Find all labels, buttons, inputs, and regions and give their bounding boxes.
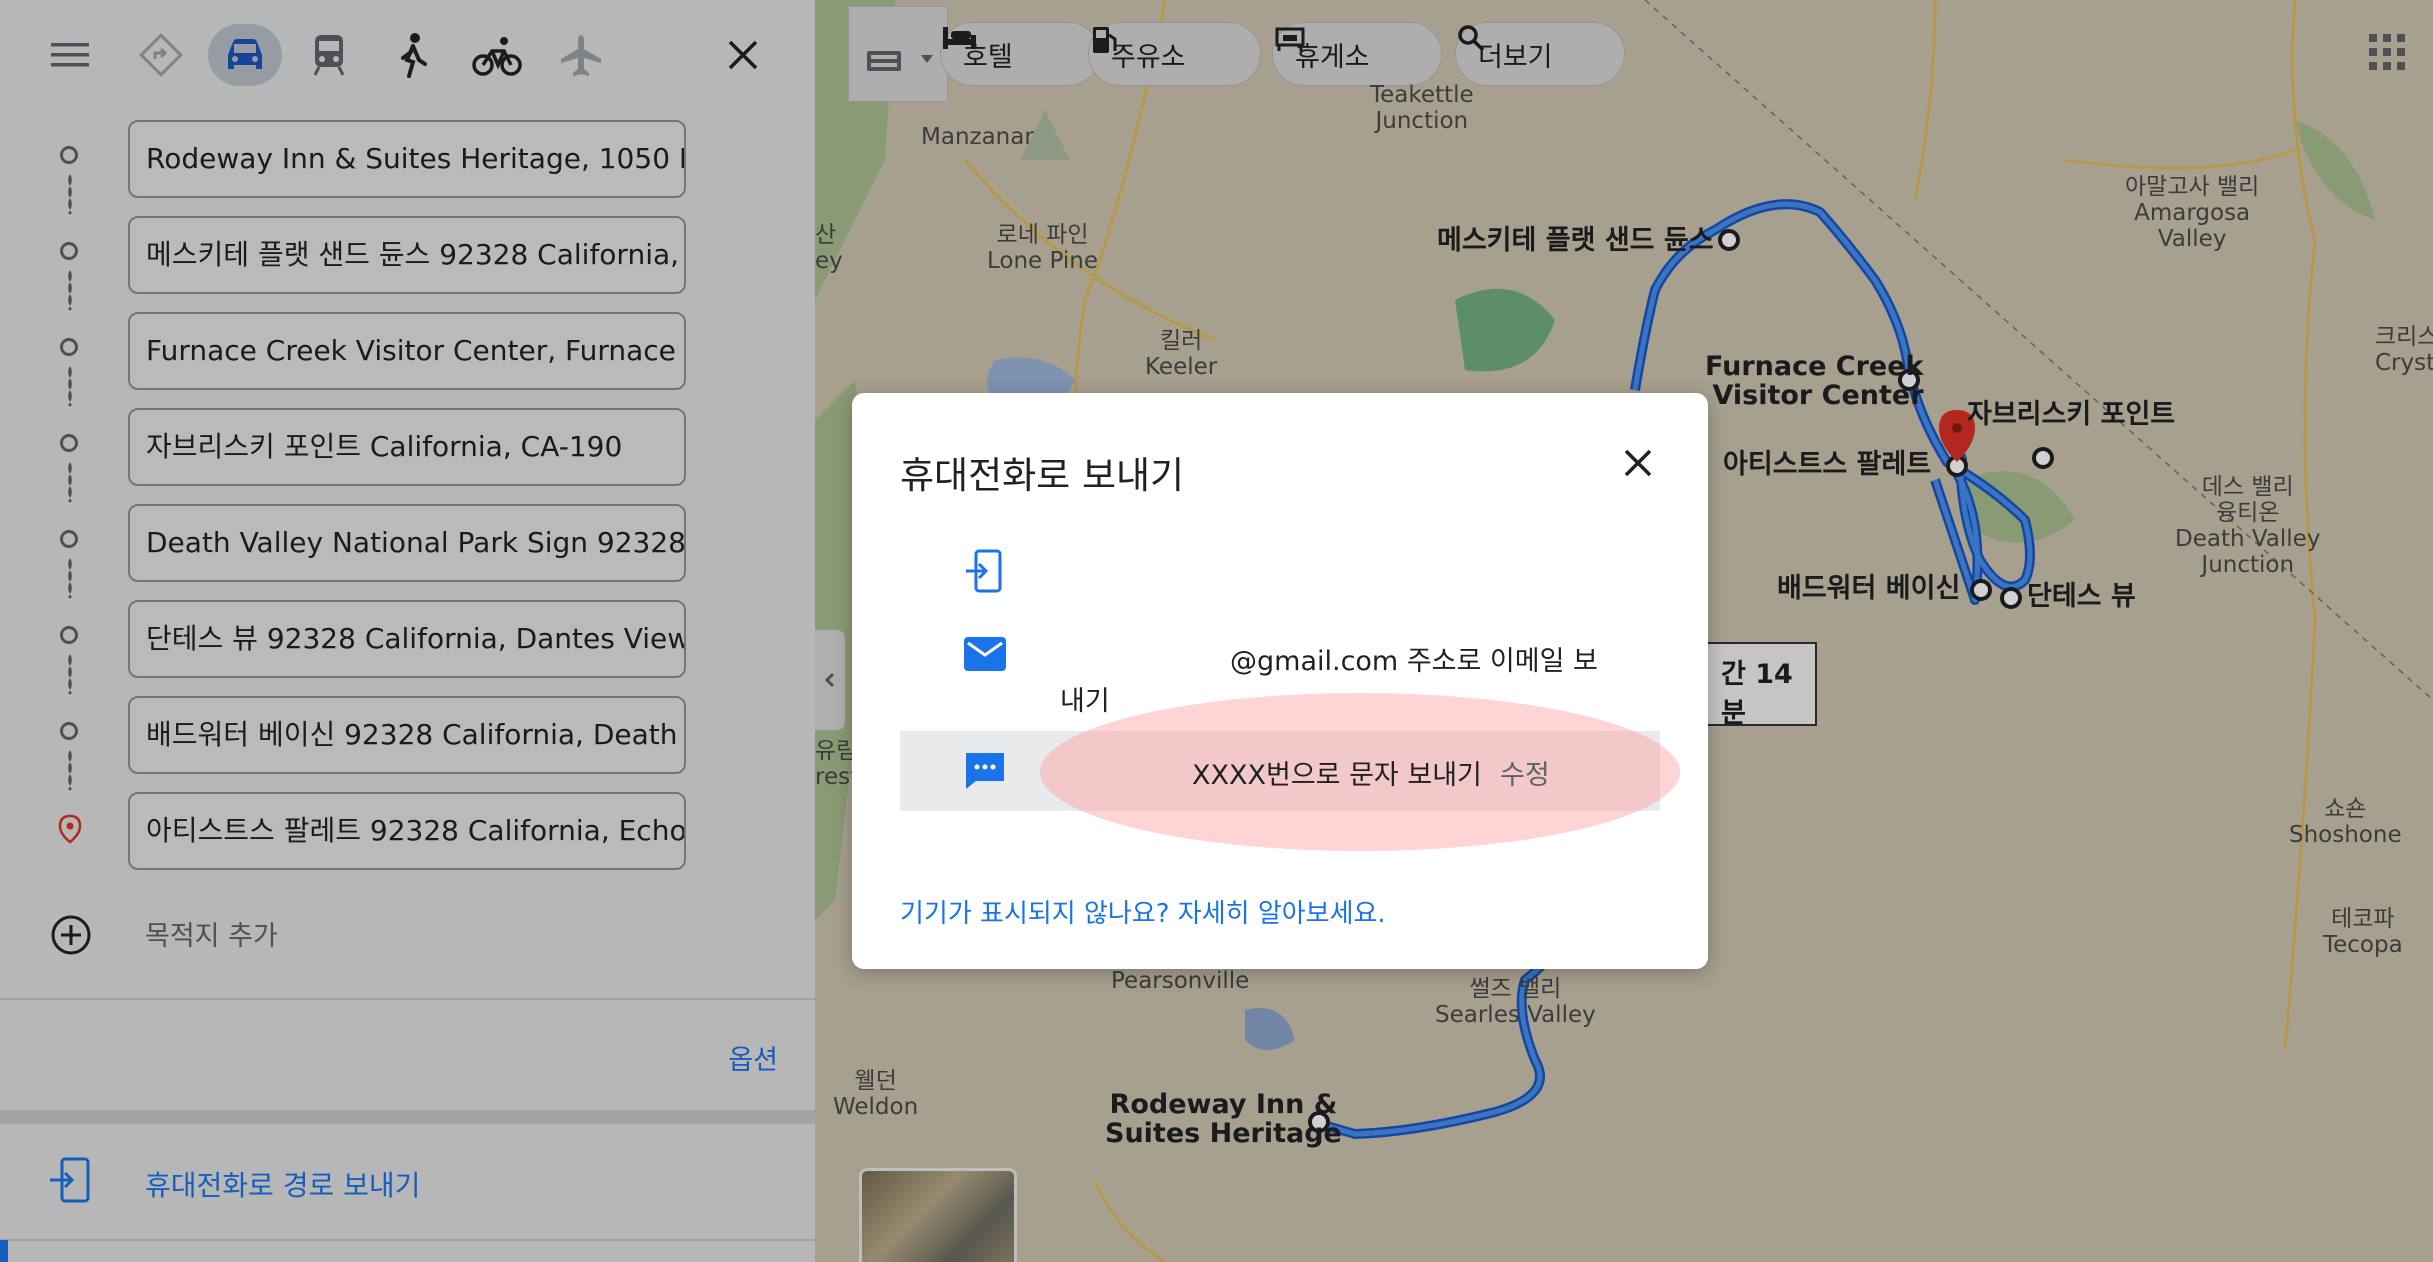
- send-to-device-option[interactable]: [900, 539, 1660, 609]
- dialog-title: 휴대전화로 보내기: [900, 454, 1185, 497]
- send-to-device-icon: [966, 549, 1002, 593]
- sms-option-text: XXXX번으로 문자 보내기: [1192, 760, 1482, 791]
- email-icon: [964, 637, 1006, 671]
- help-link[interactable]: 기기가 표시되지 않나요? 자세히 알아보세요.: [900, 893, 1386, 930]
- sms-option[interactable]: XXXX번으로 문자 보내기 수정: [900, 693, 1680, 851]
- sms-icon: [966, 753, 1004, 789]
- email-option-text-cont: 내기: [1060, 686, 1110, 717]
- email-option-text: @gmail.com 주소로 이메일 보: [1230, 646, 1598, 677]
- sms-edit-link[interactable]: 수정: [1500, 753, 1550, 792]
- close-icon[interactable]: [1616, 441, 1660, 485]
- send-to-phone-dialog: 휴대전화로 보내기 @gmail.com 주소로 이메일 보 내기 XXXX번으…: [852, 393, 1708, 969]
